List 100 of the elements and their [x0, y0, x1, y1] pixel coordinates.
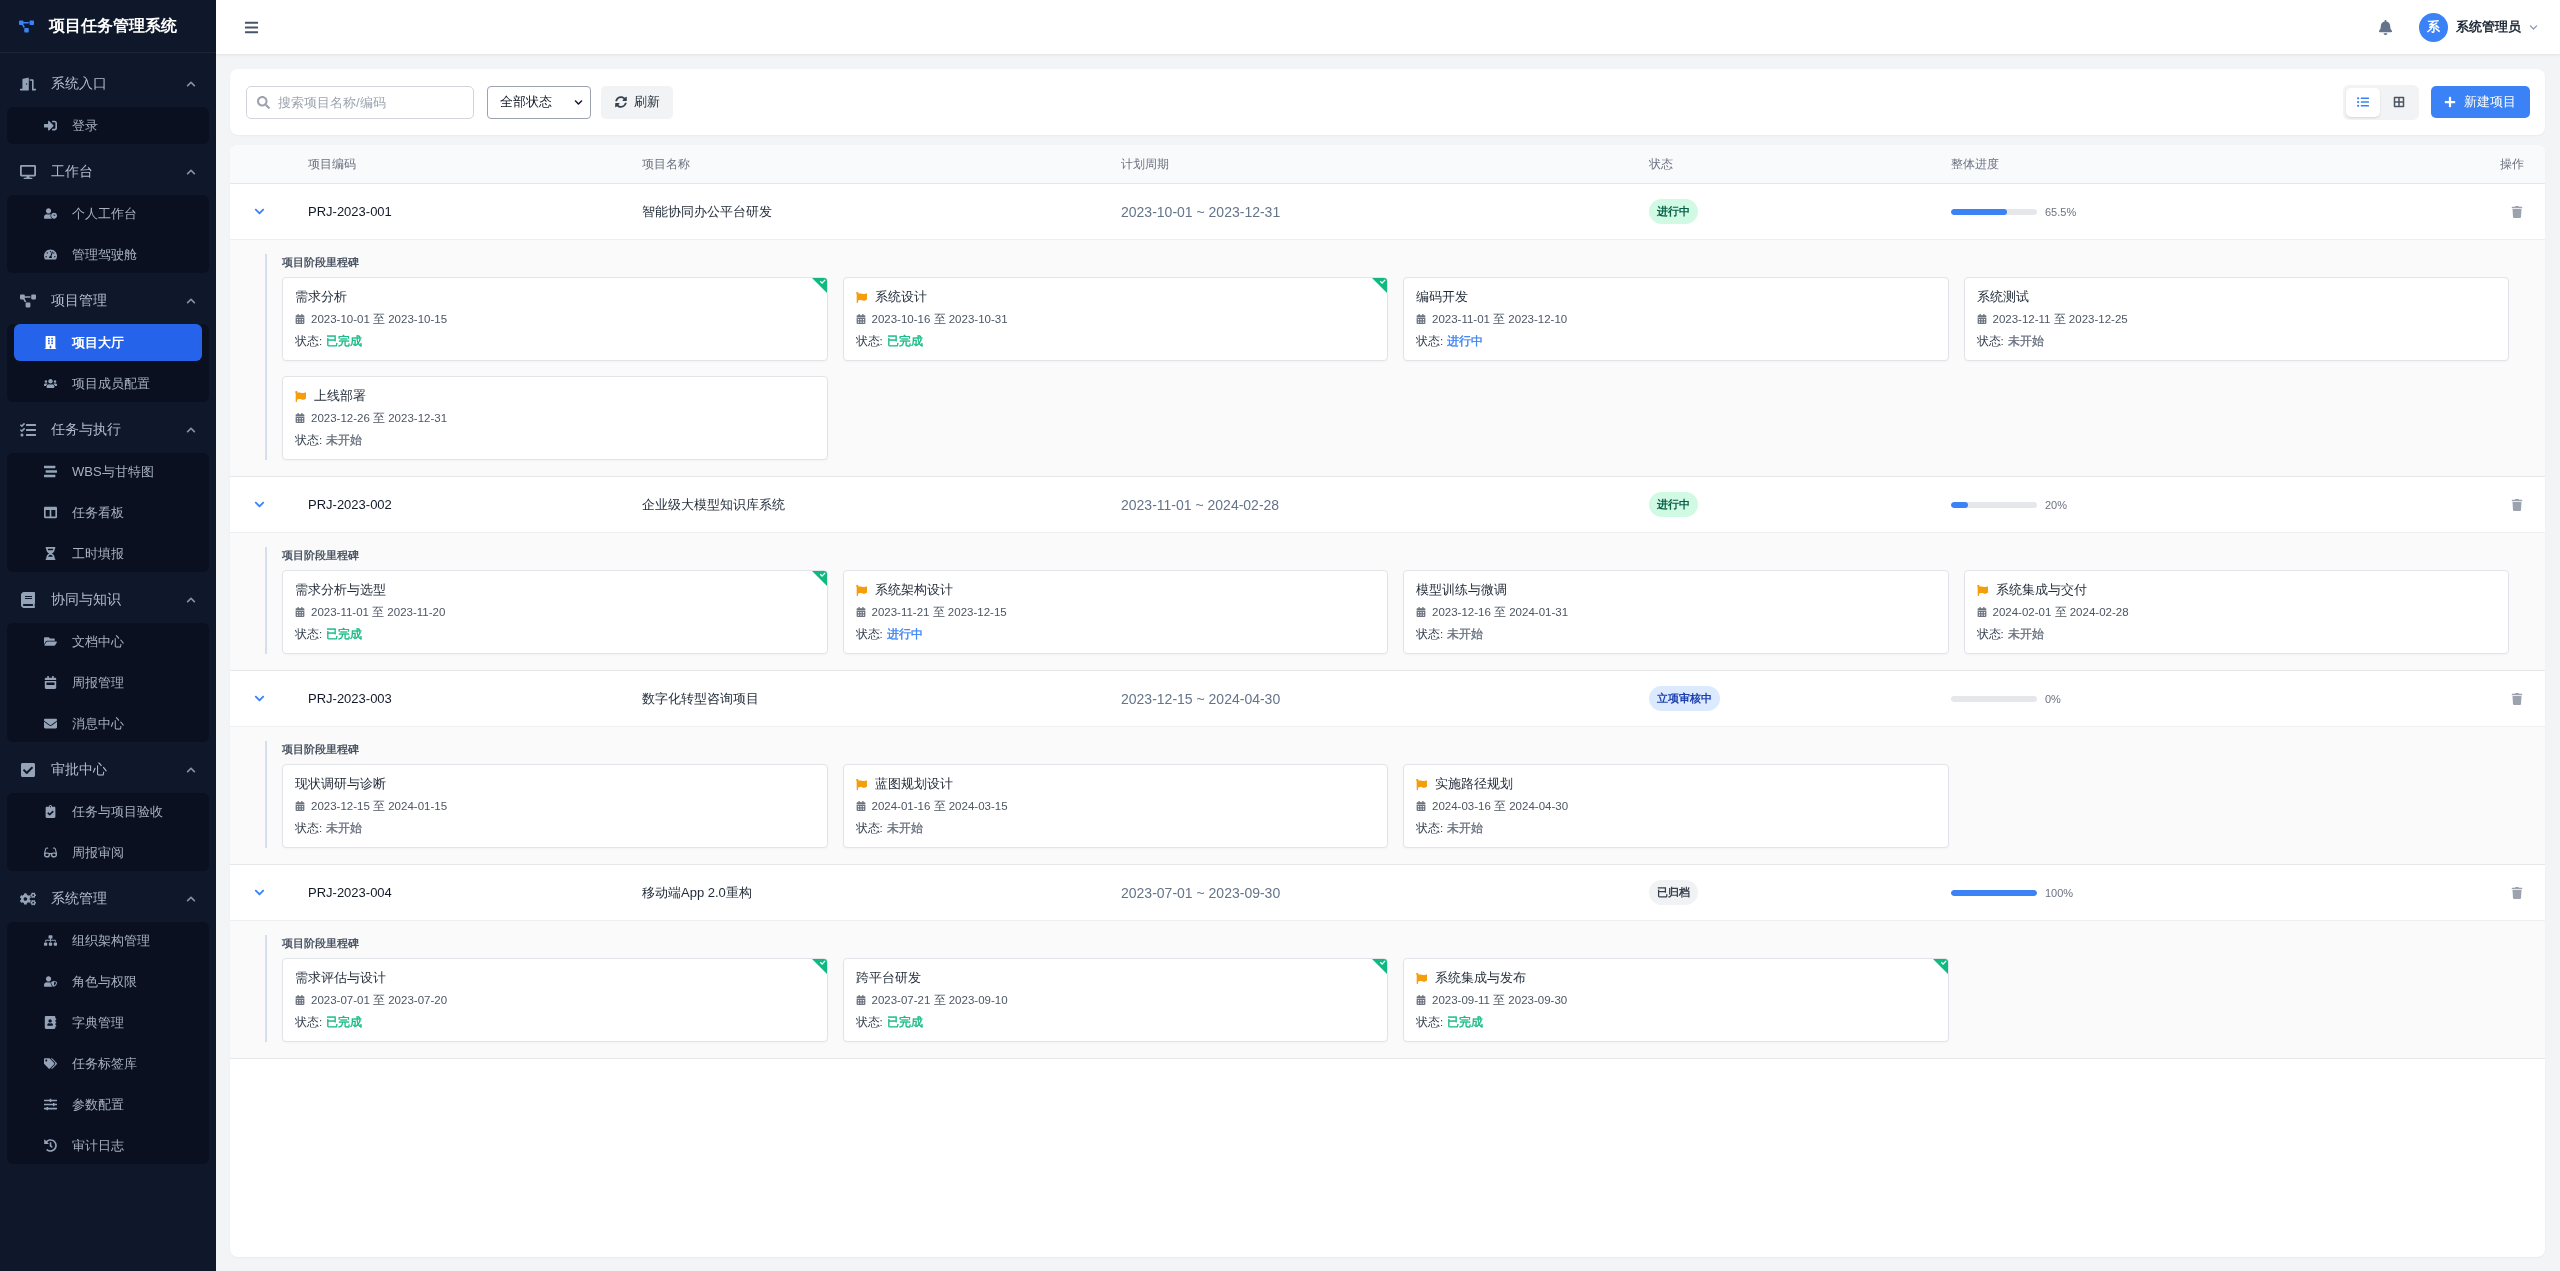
status-label: 状态: — [295, 820, 323, 836]
milestone-dates: 2024-01-16 至 2024-03-15 — [871, 798, 1008, 814]
trash-icon — [2511, 205, 2523, 218]
sitemap-icon — [43, 934, 57, 947]
column-header: 项目编码 — [308, 156, 356, 172]
notification-button[interactable] — [2378, 19, 2393, 35]
checkbox-icon — [20, 762, 36, 778]
calendar-icon — [295, 995, 305, 1005]
milestone-title: 系统集成与交付 — [1995, 581, 2087, 599]
project-name: 移动端App 2.0重构 — [642, 883, 752, 902]
sidebar-section[interactable]: 系统入口 — [7, 61, 209, 107]
milestone-dates: 2023-12-11 至 2023-12-25 — [1992, 311, 2128, 327]
progress-label: 65.5% — [2045, 205, 2077, 218]
milestone-title: 系统设计 — [874, 288, 927, 306]
milestone-dates: 2024-03-16 至 2024-04-30 — [1432, 798, 1569, 814]
refresh-button[interactable]: 刷新 — [601, 85, 673, 119]
status-label: 状态: — [295, 432, 323, 448]
sidebar-item[interactable]: 管理驾驶舱 — [14, 236, 202, 273]
status-badge: 已归档 — [1649, 880, 1698, 905]
history-icon — [43, 1139, 57, 1152]
search-field[interactable]: 搜索项目名称/编码 — [246, 85, 474, 119]
sidebar-item[interactable]: 审计日志 — [14, 1127, 202, 1164]
user-avatar[interactable]: 系 — [2419, 12, 2448, 42]
project-name: 智能协同办公平台研发 — [642, 202, 772, 221]
sidebar-item[interactable]: 周报审阅 — [14, 834, 202, 871]
project-code: PRJ-2023-003 — [308, 691, 392, 706]
milestone-title: 上线部署 — [314, 387, 366, 405]
sidebar-item[interactable]: 角色与权限 — [14, 963, 202, 1000]
sidebar-section[interactable]: 工作台 — [7, 149, 209, 195]
status-select[interactable]: 全部状态 — [487, 85, 591, 119]
sidebar-item[interactable]: 项目成员配置 — [14, 365, 202, 402]
sidebar-item[interactable]: 任务标签库 — [14, 1045, 202, 1082]
sidebar-section[interactable]: 审批中心 — [7, 747, 209, 793]
sidebar-item[interactable]: 组织架构管理 — [14, 922, 202, 959]
sidebar-item[interactable]: 任务看板 — [14, 494, 202, 531]
progress-label: 20% — [2045, 498, 2068, 511]
milestone-dates: 2023-11-21 至 2023-12-15 — [871, 604, 1007, 620]
milestone-heading: 项目阶段里程碑 — [282, 936, 359, 951]
delete-button[interactable] — [2511, 205, 2523, 218]
envelope-icon — [43, 717, 57, 730]
sidebar-item[interactable]: 字典管理 — [14, 1004, 202, 1041]
sidebar-item[interactable]: 文档中心 — [14, 623, 202, 660]
user-name[interactable]: 系统管理员 — [2456, 18, 2521, 36]
user-shield-icon — [43, 975, 57, 988]
sidebar-item[interactable]: 个人工作台 — [14, 195, 202, 232]
sidebar-item[interactable]: WBS与甘特图 — [14, 453, 202, 490]
status-value: 未开始 — [2007, 332, 2044, 350]
logo-icon — [19, 18, 34, 34]
calendar-icon — [295, 413, 305, 423]
milestone-dates: 2023-07-21 至 2023-09-10 — [871, 992, 1008, 1008]
new-project-button[interactable]: 新建项目 — [2431, 86, 2530, 118]
milestone-dates: 2023-12-15 至 2024-01-15 — [311, 798, 448, 814]
milestone-dates: 2023-10-16 至 2023-10-31 — [871, 311, 1008, 327]
sidebar-section[interactable]: 协同与知识 — [7, 577, 209, 623]
grid-icon — [2393, 96, 2405, 108]
status-value: 未开始 — [2007, 625, 2044, 643]
milestone-heading: 项目阶段里程碑 — [282, 742, 359, 757]
folder-icon — [43, 635, 57, 648]
milestone-dates: 2023-11-01 至 2023-11-20 — [311, 604, 446, 620]
sidebar-section[interactable]: 项目管理 — [7, 278, 209, 324]
status-label: 状态: — [1976, 626, 2004, 642]
sidebar-item[interactable]: 任务与项目验收 — [14, 793, 202, 830]
milestone-dates: 2023-09-11 至 2023-09-30 — [1432, 992, 1568, 1008]
menu-button[interactable] — [244, 19, 259, 35]
sidebar-item[interactable]: 消息中心 — [14, 705, 202, 742]
sidebar-item[interactable]: 项目大厅 — [14, 324, 202, 361]
refresh-icon — [615, 96, 627, 108]
status-value: 未开始 — [886, 819, 923, 837]
milestone-heading: 项目阶段里程碑 — [282, 255, 359, 270]
status-badge: 进行中 — [1649, 199, 1698, 224]
delete-button[interactable] — [2511, 498, 2523, 511]
sidebar-item[interactable]: 周报管理 — [14, 664, 202, 701]
delete-button[interactable] — [2511, 886, 2523, 899]
milestone-dates: 2023-07-01 至 2023-07-20 — [311, 992, 448, 1008]
sidebar-section[interactable]: 系统管理 — [7, 876, 209, 922]
chevron-down-icon[interactable] — [2529, 22, 2538, 32]
calendar-icon — [1976, 607, 1987, 617]
delete-button[interactable] — [2511, 692, 2523, 705]
sign-in-icon — [43, 119, 57, 132]
lines-icon — [43, 465, 57, 478]
sidebar-item[interactable]: 工时填报 — [14, 535, 202, 572]
view-button[interactable] — [2346, 87, 2380, 117]
status-label: 状态: — [855, 333, 883, 349]
status-label: 状态: — [295, 626, 323, 642]
sidebar-item[interactable]: 参数配置 — [14, 1086, 202, 1123]
checklist-icon — [20, 422, 36, 438]
column-header: 计划周期 — [1121, 156, 1169, 172]
calendar-icon — [43, 676, 57, 689]
sidebar-section[interactable]: 任务与执行 — [7, 407, 209, 453]
clipboard-check-icon — [43, 805, 57, 818]
status-label: 状态: — [855, 626, 883, 642]
sidebar-item[interactable]: 登录 — [14, 107, 202, 144]
date-range: 2023-07-01 ~ 2023-09-30 — [1121, 884, 1281, 901]
status-label: 状态: — [295, 1014, 323, 1030]
milestone-dates: 2023-11-01 至 2023-12-10 — [1432, 311, 1568, 327]
menu-icon — [244, 19, 259, 35]
status-value: 未开始 — [326, 431, 363, 449]
hourglass-icon — [43, 547, 57, 560]
calendar-icon — [295, 607, 305, 617]
trash-icon — [2511, 692, 2523, 705]
